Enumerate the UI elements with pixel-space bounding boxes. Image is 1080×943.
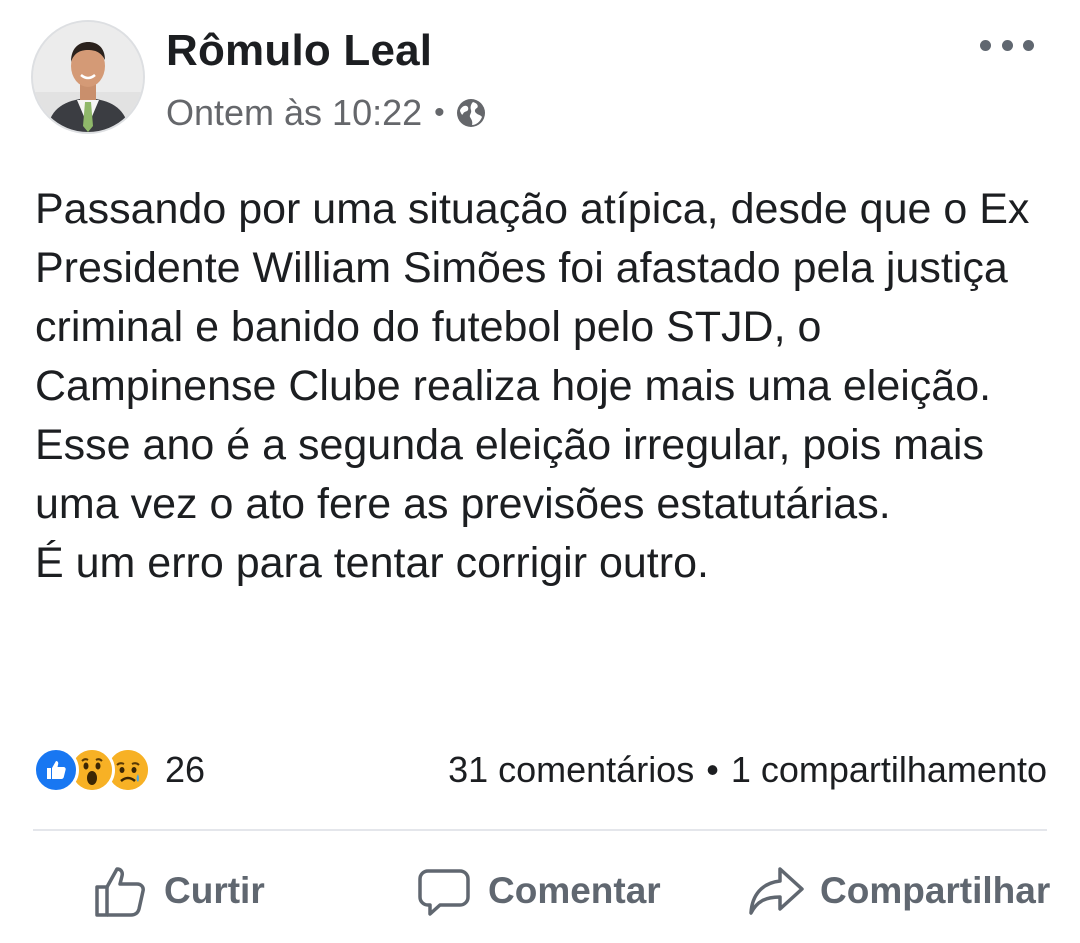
thumbs-up-icon xyxy=(92,863,148,919)
stats-separator: • xyxy=(706,749,719,790)
post-body: Passando por uma situação atípica, desde… xyxy=(35,180,1045,593)
share-button[interactable]: Compartilhar xyxy=(748,855,1050,927)
comment-label: Comentar xyxy=(488,870,661,911)
avatar-photo xyxy=(33,22,143,132)
shares-count-link[interactable]: 1 compartilhamento xyxy=(731,749,1047,791)
globe-icon[interactable] xyxy=(455,97,487,129)
avatar[interactable] xyxy=(33,22,143,132)
like-button[interactable]: Curtir xyxy=(92,855,265,927)
share-label: Compartilhar xyxy=(820,870,1051,911)
reaction-icons xyxy=(33,747,151,793)
author-name[interactable]: Rômulo Leal xyxy=(166,26,432,76)
reaction-count: 26 xyxy=(165,749,206,790)
comment-button[interactable]: Comentar xyxy=(416,855,661,927)
share-arrow-icon xyxy=(748,863,804,919)
post-card: Rômulo Leal Ontem às 10:22 • Passando po… xyxy=(0,0,1080,943)
divider xyxy=(33,829,1047,831)
post-paragraph: Passando por uma situação atípica, desde… xyxy=(35,185,1030,410)
like-label: Curtir xyxy=(164,870,265,911)
like-reaction-icon xyxy=(33,747,79,793)
post-paragraph: Esse ano é a segunda eleição irregular, … xyxy=(35,421,984,528)
post-stats: 31 comentários • 1 compartilhamento xyxy=(448,745,1047,795)
post-paragraph: É um erro para tentar corrigir outro. xyxy=(35,539,709,587)
comment-bubble-icon xyxy=(416,863,472,919)
timestamp[interactable]: Ontem às 10:22 xyxy=(166,92,422,134)
reactions-summary[interactable]: 26 xyxy=(33,745,205,795)
more-options-icon[interactable] xyxy=(980,30,1034,60)
action-bar: Curtir Comentar Compartilhar xyxy=(0,855,1080,927)
comments-count-link[interactable]: 31 comentários xyxy=(448,749,694,791)
post-meta: Ontem às 10:22 • xyxy=(166,92,487,134)
meta-separator: • xyxy=(434,96,445,129)
